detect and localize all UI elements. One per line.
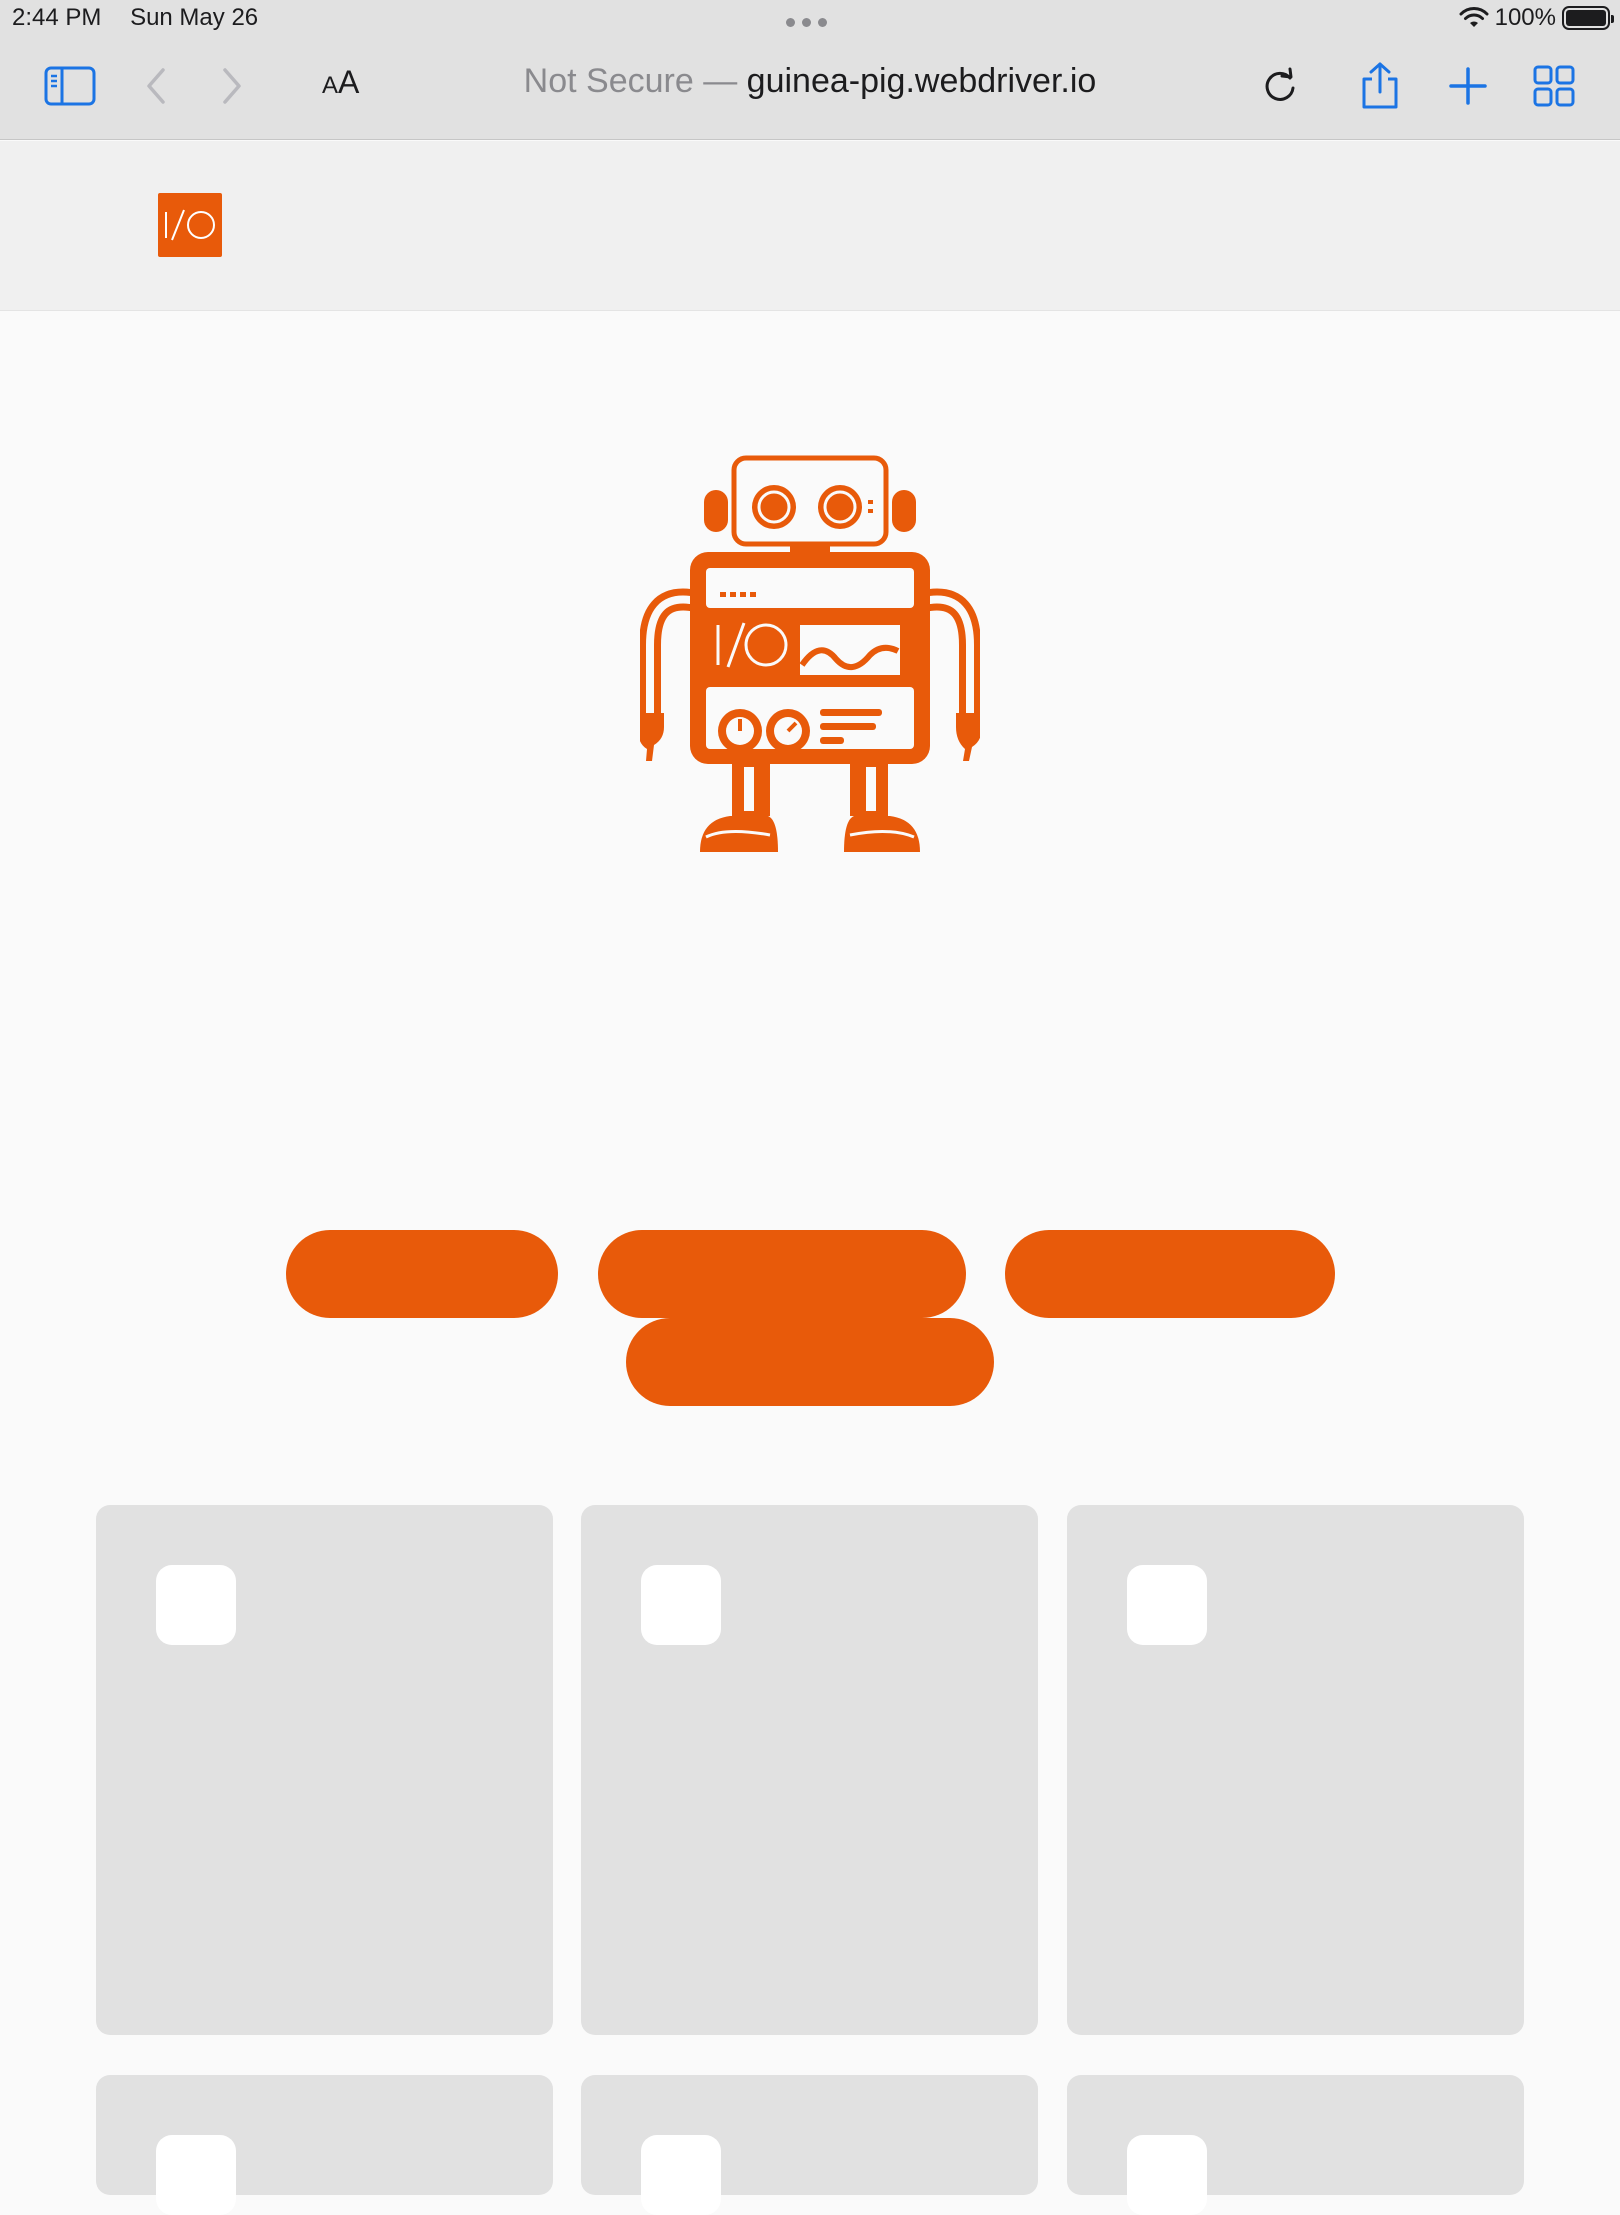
sidebar-icon	[44, 66, 96, 106]
new-tab-button[interactable]	[1440, 58, 1496, 114]
site-logo[interactable]	[158, 193, 222, 257]
back-button[interactable]	[128, 58, 184, 114]
feature-card[interactable]	[1067, 1505, 1524, 2035]
share-button[interactable]	[1352, 58, 1408, 114]
security-label: Not Secure —	[523, 62, 738, 100]
battery-icon	[1562, 6, 1614, 30]
url-domain: guinea-pig.webdriver.io	[746, 62, 1097, 100]
card-icon-placeholder	[1127, 2135, 1207, 2215]
card-icon-placeholder	[1127, 1565, 1207, 1645]
nav-pill-button-1[interactable]	[286, 1230, 558, 1318]
nav-pill-button-3[interactable]	[1005, 1230, 1335, 1318]
text-size-large-a: A	[338, 64, 360, 100]
new-tab-icon	[1449, 67, 1487, 105]
feature-card[interactable]	[96, 2075, 553, 2215]
card-icon-placeholder	[156, 2135, 236, 2215]
multitasking-dots[interactable]	[786, 18, 827, 27]
battery-percent: 100%	[1494, 4, 1556, 31]
wifi-icon	[1459, 7, 1489, 27]
status-date: Sun May 26	[130, 4, 259, 31]
card-icon-placeholder	[156, 1565, 236, 1645]
forward-button[interactable]	[204, 58, 260, 114]
address-bar[interactable]: Not Secure — guinea-pig.webdriver.io	[380, 62, 1240, 101]
nav-pill-button-2[interactable]	[598, 1230, 966, 1318]
share-icon	[1362, 62, 1398, 109]
io-logo-icon	[165, 209, 215, 241]
text-size-small-a: A	[322, 72, 339, 99]
feature-card[interactable]	[581, 2075, 1038, 2215]
sidebar-button[interactable]	[42, 58, 98, 114]
tabs-overview-button[interactable]	[1526, 58, 1582, 114]
forward-icon	[223, 68, 241, 104]
status-clock: 2:44 PM	[12, 4, 102, 31]
robot-illustration	[640, 455, 980, 852]
site-header	[0, 141, 1620, 311]
reload-icon	[1265, 67, 1295, 101]
feature-card[interactable]	[1067, 2075, 1524, 2215]
browser-toolbar: 2:44 PM Sun May 26 100% AA Not Secure — …	[0, 0, 1620, 140]
status-indicators: 100%	[1459, 4, 1614, 32]
feature-card[interactable]	[96, 1505, 553, 2035]
tabs-overview-icon	[1533, 65, 1575, 107]
card-icon-placeholder	[641, 2135, 721, 2215]
card-icon-placeholder	[641, 1565, 721, 1645]
nav-pill-button-4[interactable]	[626, 1318, 994, 1406]
reload-button[interactable]	[1252, 58, 1308, 114]
status-time: 2:44 PM Sun May 26	[12, 4, 258, 32]
text-size-button[interactable]: AA	[322, 64, 359, 101]
back-icon	[147, 68, 165, 104]
feature-card[interactable]	[581, 1505, 1038, 2035]
